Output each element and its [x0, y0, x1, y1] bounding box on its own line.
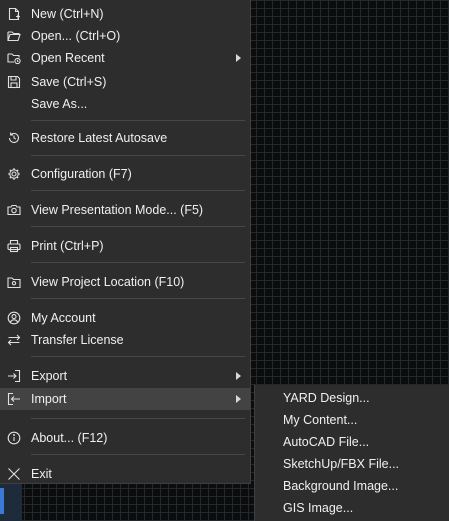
side-panel-edge [0, 484, 22, 521]
menu-item-label: Save (Ctrl+S) [31, 75, 107, 89]
menu-divider [31, 356, 245, 357]
submenu-item-sketchup-fbx-file[interactable]: SketchUp/FBX File... [255, 453, 449, 475]
submenu-item-label: Background Image... [283, 479, 399, 493]
camera-icon [7, 203, 21, 217]
menu-item-label: Export [31, 369, 68, 383]
menu-item-restore-autosave[interactable]: Restore Latest Autosave [0, 127, 250, 149]
printer-icon [7, 239, 21, 253]
import-icon [7, 392, 21, 406]
folder-recent-icon [7, 51, 21, 65]
menu-divider [31, 454, 245, 455]
menu-item-label: New (Ctrl+N) [31, 7, 104, 21]
menu-item-label: Save As... [31, 97, 88, 111]
submenu-item-background-image[interactable]: Background Image... [255, 475, 449, 497]
menu-item-save[interactable]: Save (Ctrl+S) [0, 71, 250, 93]
submenu-arrow-icon [236, 372, 241, 380]
close-icon [7, 467, 21, 481]
info-icon [7, 431, 21, 445]
user-circle-icon [7, 311, 21, 325]
restore-icon [7, 131, 21, 145]
menu-item-label: About... (F12) [31, 431, 108, 445]
menu-item-open[interactable]: Open... (Ctrl+O) [0, 25, 250, 47]
menu-item-my-account[interactable]: My Account [0, 307, 250, 329]
submenu-item-label: AutoCAD File... [283, 435, 370, 449]
menu-item-new[interactable]: New (Ctrl+N) [0, 3, 250, 25]
menu-item-label: Open Recent [31, 51, 105, 65]
menu-item-transfer-license[interactable]: Transfer License [0, 329, 250, 351]
floppy-disk-icon [7, 75, 21, 89]
submenu-item-label: YARD Design... [283, 391, 370, 405]
menu-divider [31, 120, 245, 121]
export-icon [7, 369, 21, 383]
menu-item-export[interactable]: Export [0, 365, 250, 387]
menu-divider [31, 155, 245, 156]
transfer-arrows-icon [7, 333, 21, 347]
new-file-icon [7, 7, 21, 21]
menu-item-exit[interactable]: Exit [0, 463, 250, 485]
submenu-item-yard-design[interactable]: YARD Design... [255, 387, 449, 409]
menu-divider [31, 418, 245, 419]
menu-item-label: Print (Ctrl+P) [31, 239, 104, 253]
menu-item-import[interactable]: Import [0, 388, 250, 410]
folder-open-icon [7, 29, 21, 43]
submenu-item-autocad-file[interactable]: AutoCAD File... [255, 431, 449, 453]
menu-item-save-as[interactable]: Save As... [0, 93, 250, 115]
submenu-item-label: SketchUp/FBX File... [283, 457, 400, 471]
submenu-arrow-icon [236, 395, 241, 403]
menu-divider [31, 226, 245, 227]
menu-item-print[interactable]: Print (Ctrl+P) [0, 235, 250, 257]
menu-item-label: Transfer License [31, 333, 124, 347]
folder-location-icon [7, 275, 21, 289]
menu-item-label: View Project Location (F10) [31, 275, 185, 289]
menu-item-project-location[interactable]: View Project Location (F10) [0, 271, 250, 293]
menu-divider [31, 262, 245, 263]
import-submenu: YARD Design... My Content... AutoCAD Fil… [254, 385, 449, 521]
menu-item-open-recent[interactable]: Open Recent [0, 47, 250, 69]
file-menu: New (Ctrl+N) Open... (Ctrl+O) Open Recen… [0, 0, 251, 484]
gear-icon [7, 167, 21, 181]
menu-item-about[interactable]: About... (F12) [0, 427, 250, 449]
menu-item-label: Configuration (F7) [31, 167, 132, 181]
submenu-item-label: My Content... [283, 413, 358, 427]
accent-bar [0, 488, 4, 514]
menu-item-label: Import [31, 392, 67, 406]
menu-item-label: Open... (Ctrl+O) [31, 29, 121, 43]
submenu-item-label: GIS Image... [283, 501, 354, 515]
menu-item-configuration[interactable]: Configuration (F7) [0, 163, 250, 185]
submenu-arrow-icon [236, 54, 241, 62]
submenu-item-my-content[interactable]: My Content... [255, 409, 449, 431]
menu-item-label: Exit [31, 467, 52, 481]
menu-item-label: Restore Latest Autosave [31, 131, 168, 145]
menu-item-presentation-mode[interactable]: View Presentation Mode... (F5) [0, 199, 250, 221]
menu-divider [31, 298, 245, 299]
menu-divider [31, 190, 245, 191]
menu-item-label: My Account [31, 311, 96, 325]
submenu-item-gis-image[interactable]: GIS Image... [255, 497, 449, 519]
menu-item-label: View Presentation Mode... (F5) [31, 203, 204, 217]
